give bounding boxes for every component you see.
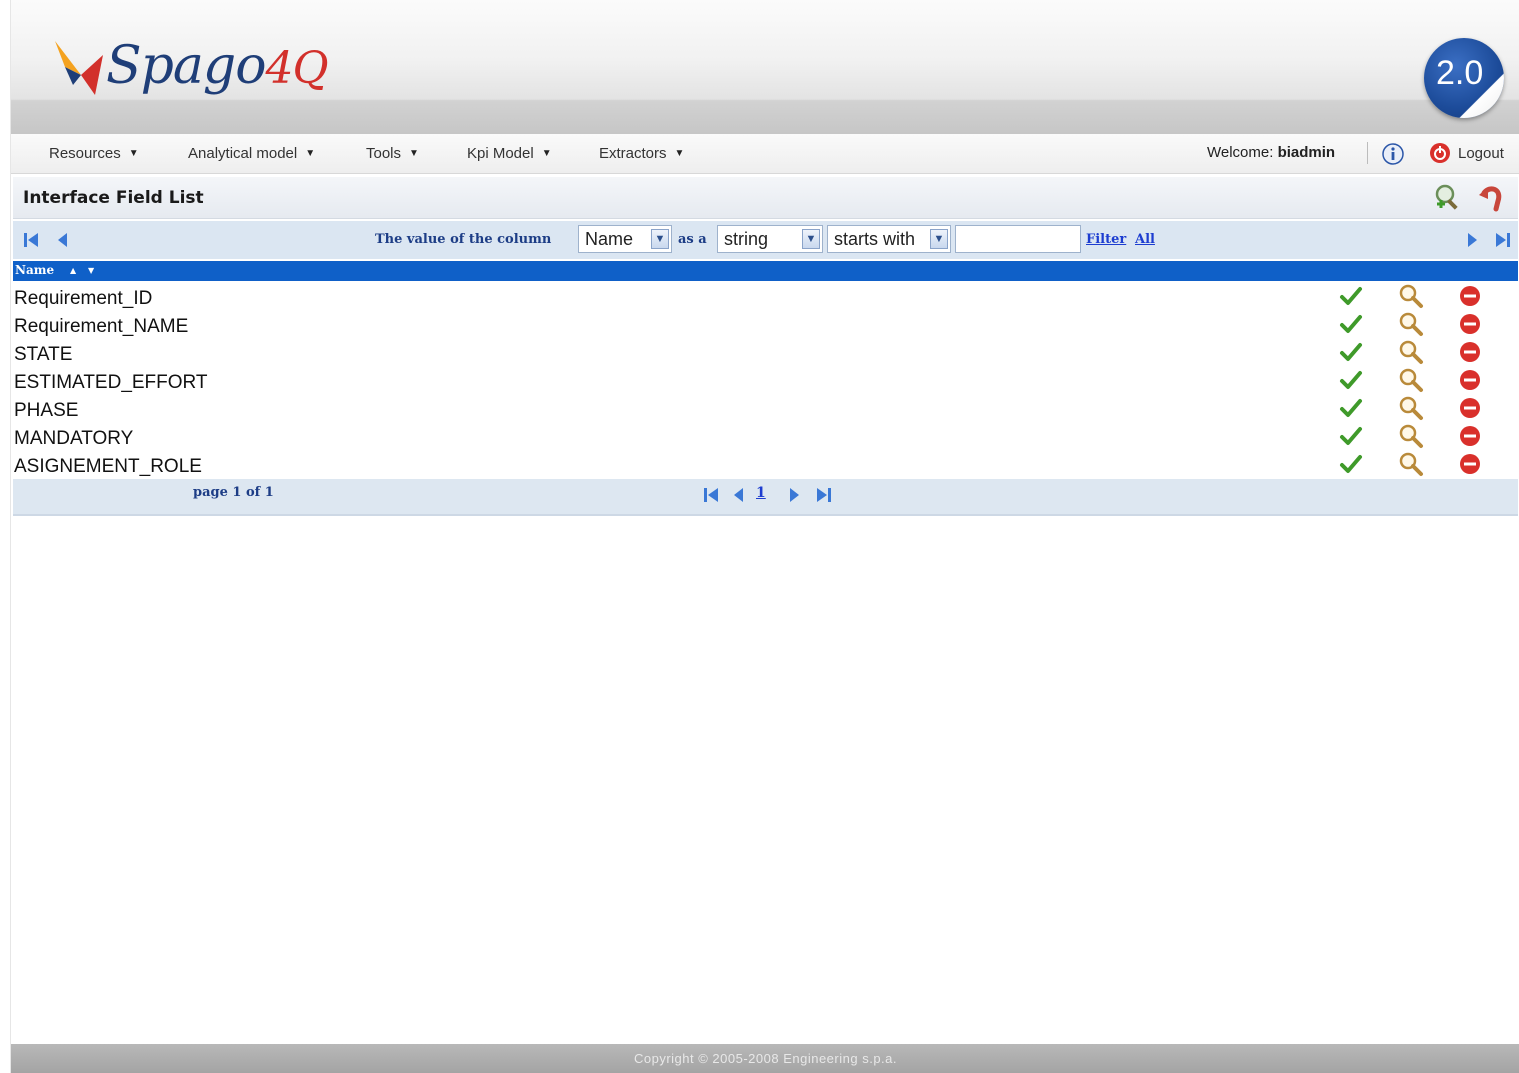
delete-icon[interactable] — [1459, 369, 1481, 391]
table-row: PHASE — [13, 395, 1518, 423]
next-page-icon[interactable] — [784, 485, 804, 505]
all-link[interactable]: All — [1135, 232, 1155, 247]
operator-select[interactable]: starts with ▼ — [827, 225, 951, 253]
delete-icon[interactable] — [1459, 453, 1481, 475]
dropdown-caret-icon: ▼ — [305, 148, 316, 159]
previous-page-icon[interactable] — [53, 230, 73, 250]
page-info: page 1 of 1 — [193, 485, 274, 500]
menu-kpi-model[interactable]: Kpi Model ▼ — [467, 145, 552, 162]
pagination-bar: page 1 of 1 1 — [13, 479, 1518, 516]
menu-tools[interactable]: Tools ▼ — [366, 145, 419, 162]
search-add-icon[interactable] — [1431, 182, 1463, 214]
page-title-bar: Interface Field List — [13, 177, 1518, 219]
sort-descending-icon[interactable]: ▼ — [88, 266, 94, 275]
select-check-icon[interactable] — [1339, 312, 1363, 336]
table-row: MANDATORY — [13, 423, 1518, 451]
first-page-icon[interactable] — [701, 485, 721, 505]
chevron-down-icon: ▼ — [651, 229, 669, 249]
chevron-down-icon: ▼ — [802, 229, 820, 249]
dropdown-caret-icon: ▼ — [128, 148, 139, 159]
table-row: ESTIMATED_EFFORT — [13, 367, 1518, 395]
field-name-cell: ESTIMATED_EFFORT — [14, 372, 208, 393]
page-title: Interface Field List — [23, 188, 204, 208]
delete-icon[interactable] — [1459, 341, 1481, 363]
column-header-name[interactable]: Name — [15, 263, 54, 277]
version-badge: 2.0 — [1424, 38, 1504, 118]
page-number-link[interactable]: 1 — [756, 485, 766, 501]
dropdown-caret-icon: ▼ — [541, 148, 552, 159]
select-check-icon[interactable] — [1339, 284, 1363, 308]
filter-type-label: as a — [678, 232, 707, 247]
dropdown-caret-icon: ▼ — [674, 148, 685, 159]
username: biadmin — [1277, 144, 1336, 161]
table-header: Name ▲ ▼ — [13, 261, 1518, 281]
chevron-down-icon: ▼ — [930, 229, 948, 249]
detail-magnifier-icon[interactable] — [1398, 283, 1424, 309]
menu-resources[interactable]: Resources ▼ — [49, 145, 139, 162]
table-body: Requirement_ID Requirement_NAME STATE ES… — [13, 283, 1518, 479]
back-icon[interactable] — [1476, 183, 1506, 213]
menu-analytical-model[interactable]: Analytical model ▼ — [188, 145, 315, 162]
select-check-icon[interactable] — [1339, 340, 1363, 364]
footer: Copyright © 2005-2008 Engineering s.p.a. — [11, 1044, 1519, 1073]
menu-divider — [1367, 142, 1368, 164]
field-name-cell: Requirement_NAME — [14, 316, 189, 337]
next-page-icon[interactable] — [1462, 230, 1482, 250]
copyright-text: Copyright © 2005-2008 Engineering s.p.a. — [633, 1051, 897, 1066]
field-name-cell: ASIGNEMENT_ROLE — [14, 456, 202, 477]
sort-ascending-icon[interactable]: ▲ — [70, 266, 76, 275]
select-check-icon[interactable] — [1339, 452, 1363, 476]
first-page-icon[interactable] — [21, 230, 41, 250]
header: Spago4Q 2.0 — [11, 0, 1519, 134]
field-name-cell: Requirement_ID — [14, 288, 153, 309]
logout-link[interactable]: Logout — [1458, 145, 1504, 162]
select-check-icon[interactable] — [1339, 424, 1363, 448]
detail-magnifier-icon[interactable] — [1398, 395, 1424, 421]
filter-column-label: The value of the column — [375, 232, 552, 247]
logo-wordmark: Spago4Q — [106, 36, 329, 96]
delete-icon[interactable] — [1459, 313, 1481, 335]
dropdown-caret-icon: ▼ — [409, 148, 419, 159]
detail-magnifier-icon[interactable] — [1398, 451, 1424, 477]
menu-extractors[interactable]: Extractors ▼ — [599, 145, 684, 162]
last-page-icon[interactable] — [814, 485, 834, 505]
detail-magnifier-icon[interactable] — [1398, 423, 1424, 449]
detail-magnifier-icon[interactable] — [1398, 367, 1424, 393]
info-icon[interactable] — [1381, 142, 1405, 166]
select-check-icon[interactable] — [1339, 368, 1363, 392]
previous-page-icon[interactable] — [729, 485, 749, 505]
filter-value-input[interactable] — [955, 225, 1081, 253]
table-row: STATE — [13, 339, 1518, 367]
field-name-cell: STATE — [14, 344, 73, 365]
detail-magnifier-icon[interactable] — [1398, 339, 1424, 365]
field-name-cell: MANDATORY — [14, 428, 134, 449]
main-menu-bar: Resources ▼ Analytical model ▼ Tools ▼ Kpi … — [11, 134, 1519, 174]
delete-icon[interactable] — [1459, 285, 1481, 307]
table-row: Requirement_ID — [13, 283, 1518, 311]
column-select[interactable]: Name ▼ — [578, 225, 672, 253]
filter-link[interactable]: Filter — [1086, 232, 1126, 247]
detail-magnifier-icon[interactable] — [1398, 311, 1424, 337]
logout-icon[interactable] — [1429, 142, 1451, 164]
app-frame: Spago4Q 2.0 Resources▼ Analytical model▼… — [10, 0, 1519, 1073]
table-row: ASIGNEMENT_ROLE — [13, 451, 1518, 479]
type-select[interactable]: string ▼ — [717, 225, 823, 253]
delete-icon[interactable] — [1459, 425, 1481, 447]
table-row: Requirement_NAME — [13, 311, 1518, 339]
spago4q-logo: Spago4Q — [51, 30, 341, 115]
select-check-icon[interactable] — [1339, 396, 1363, 420]
welcome-text: Welcome: biadmin — [1207, 144, 1336, 161]
filter-bar: The value of the column Name ▼ as a stri… — [13, 221, 1518, 259]
last-page-icon[interactable] — [1493, 230, 1513, 250]
field-name-cell: PHASE — [14, 400, 79, 421]
delete-icon[interactable] — [1459, 397, 1481, 419]
